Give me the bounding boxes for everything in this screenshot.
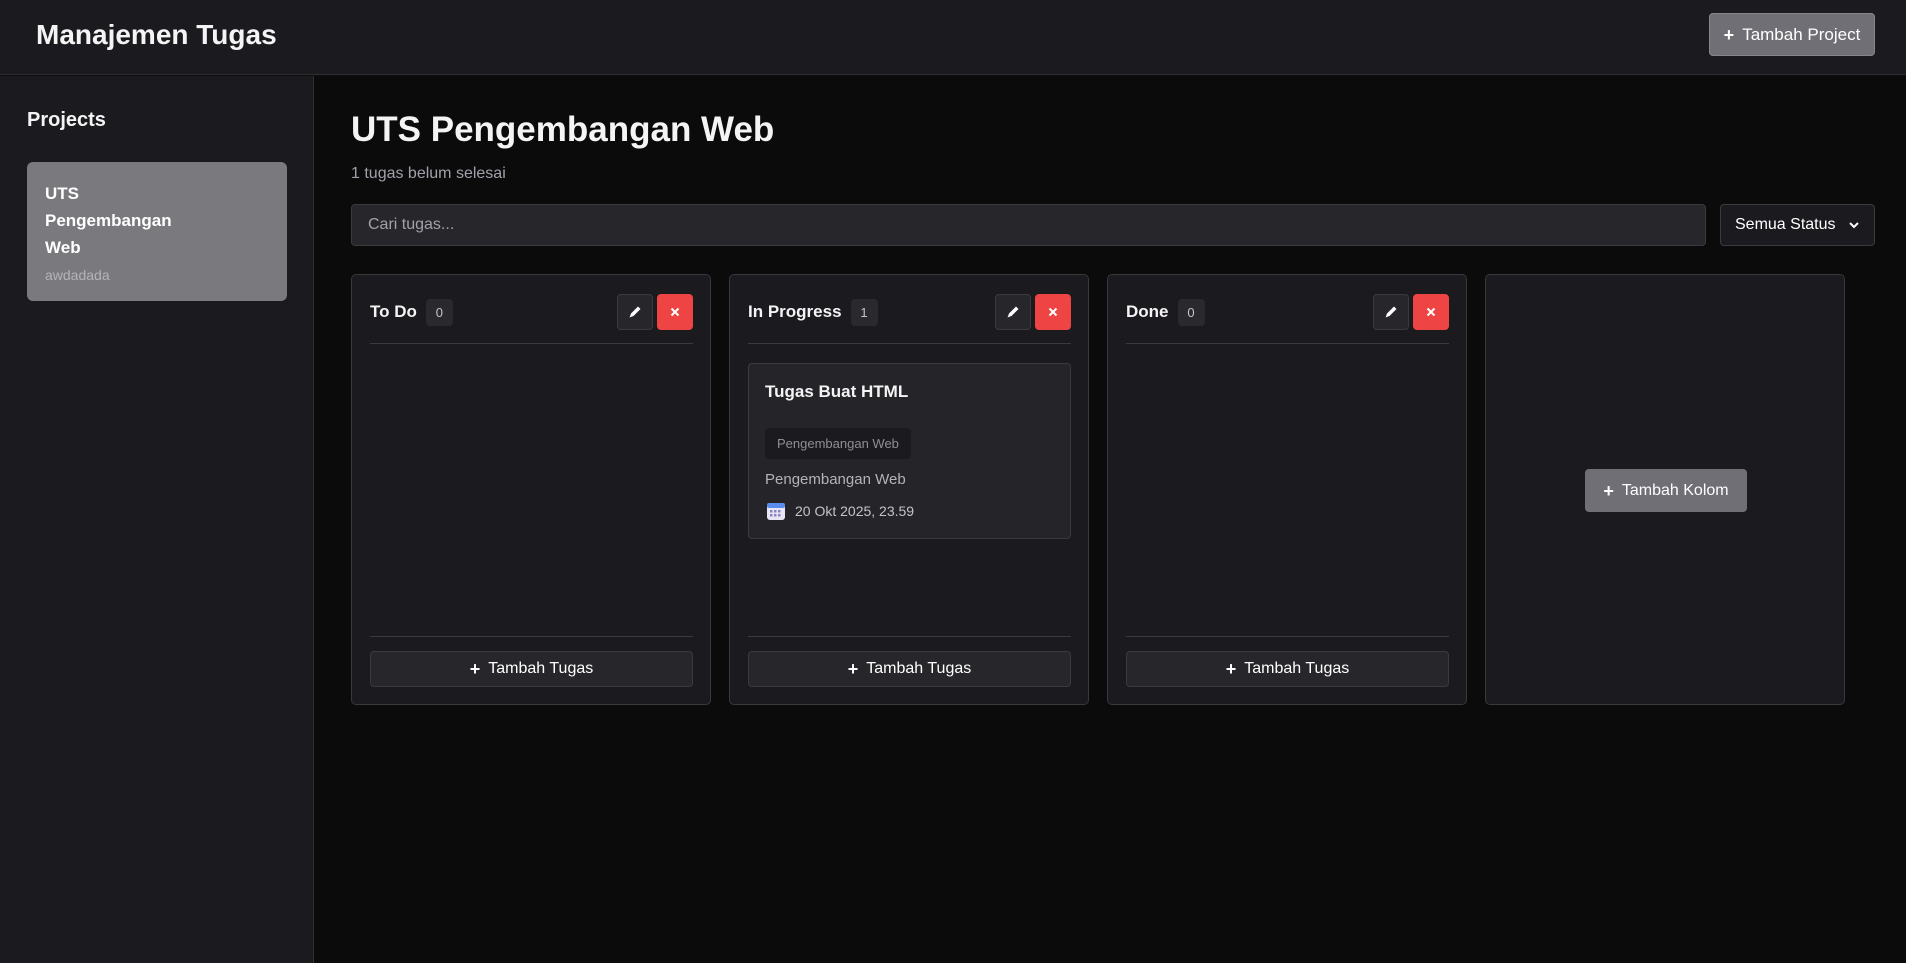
- search-input[interactable]: [351, 204, 1706, 246]
- add-project-label: Tambah Project: [1742, 24, 1861, 44]
- column-divider: [1126, 343, 1449, 344]
- sidebar-item-project[interactable]: UTS Pengembangan Web awdadada: [27, 162, 287, 301]
- column-title: Done: [1126, 302, 1169, 321]
- plus-icon: +: [1603, 480, 1614, 501]
- project-description: awdadada: [45, 267, 110, 283]
- page-title: UTS Pengembangan Web: [351, 110, 775, 149]
- delete-column-button[interactable]: [1413, 294, 1449, 330]
- column-header: Done 0: [1126, 292, 1449, 332]
- add-column-area: + Tambah Kolom: [1485, 274, 1845, 705]
- column-footer-divider: [748, 636, 1071, 637]
- plus-icon: +: [1723, 24, 1735, 45]
- column-divider: [370, 343, 693, 344]
- task-due-date: 20 Okt 2025, 23.59: [765, 500, 1054, 522]
- sidebar-heading: Projects: [27, 109, 106, 131]
- edit-column-button[interactable]: [617, 294, 653, 330]
- delete-column-button[interactable]: [657, 294, 693, 330]
- project-name: UTS Pengembangan Web: [45, 184, 172, 257]
- add-task-button[interactable]: + Tambah Tugas: [370, 651, 693, 687]
- edit-column-button[interactable]: [1373, 294, 1409, 330]
- column-todo: To Do 0 + Tambah Tugas: [351, 274, 711, 705]
- add-task-button[interactable]: + Tambah Tugas: [748, 651, 1071, 687]
- task-due-date-text: 20 Okt 2025, 23.59: [795, 503, 915, 519]
- add-task-label: Tambah Tugas: [1244, 660, 1350, 677]
- task-title: Tugas Buat HTML: [765, 382, 909, 401]
- chevron-down-icon: [1849, 222, 1859, 229]
- edit-column-button[interactable]: [995, 294, 1031, 330]
- column-header: In Progress 1: [748, 292, 1071, 332]
- page-subtitle: 1 tugas belum selesai: [351, 165, 506, 182]
- column-count-badge: 0: [425, 298, 453, 326]
- pencil-icon: [1007, 306, 1019, 318]
- plus-icon: +: [469, 659, 481, 679]
- column-header: To Do 0: [370, 292, 693, 332]
- pencil-icon: [629, 306, 641, 318]
- add-column-button[interactable]: + Tambah Kolom: [1585, 469, 1747, 512]
- app-title: Manajemen Tugas: [36, 19, 277, 50]
- close-icon: [1426, 307, 1436, 317]
- sidebar: Projects UTS Pengembangan Web awdadada: [0, 76, 314, 963]
- plus-icon: +: [1225, 659, 1237, 679]
- column-in-progress: In Progress 1 Tugas Buat HTML Pengembang…: [729, 274, 1089, 705]
- task-project: Pengembangan Web: [765, 471, 906, 488]
- column-divider: [748, 343, 1071, 344]
- calendar-icon: [767, 503, 785, 520]
- add-task-label: Tambah Tugas: [866, 660, 972, 677]
- column-title: To Do: [370, 302, 417, 321]
- top-bar: Manajemen Tugas + Tambah Project: [0, 0, 1906, 75]
- close-icon: [1048, 307, 1058, 317]
- delete-column-button[interactable]: [1035, 294, 1071, 330]
- task-tag: Pengembangan Web: [765, 428, 911, 459]
- add-task-label: Tambah Tugas: [488, 660, 594, 677]
- add-project-button[interactable]: + Tambah Project: [1709, 13, 1875, 56]
- column-title: In Progress: [748, 302, 842, 321]
- status-filter-select[interactable]: Semua Status: [1720, 204, 1875, 246]
- task-card[interactable]: Tugas Buat HTML Pengembangan Web Pengemb…: [748, 363, 1071, 539]
- column-count-badge: 1: [850, 298, 878, 326]
- add-column-label: Tambah Kolom: [1621, 481, 1729, 499]
- pencil-icon: [1385, 306, 1397, 318]
- close-icon: [670, 307, 680, 317]
- add-task-button[interactable]: + Tambah Tugas: [1126, 651, 1449, 687]
- column-count-badge: 0: [1177, 298, 1205, 326]
- column-footer-divider: [370, 636, 693, 637]
- plus-icon: +: [847, 659, 859, 679]
- column-done: Done 0 + Tambah Tugas: [1107, 274, 1467, 705]
- column-footer-divider: [1126, 636, 1449, 637]
- status-filter-value: Semua Status: [1735, 216, 1836, 233]
